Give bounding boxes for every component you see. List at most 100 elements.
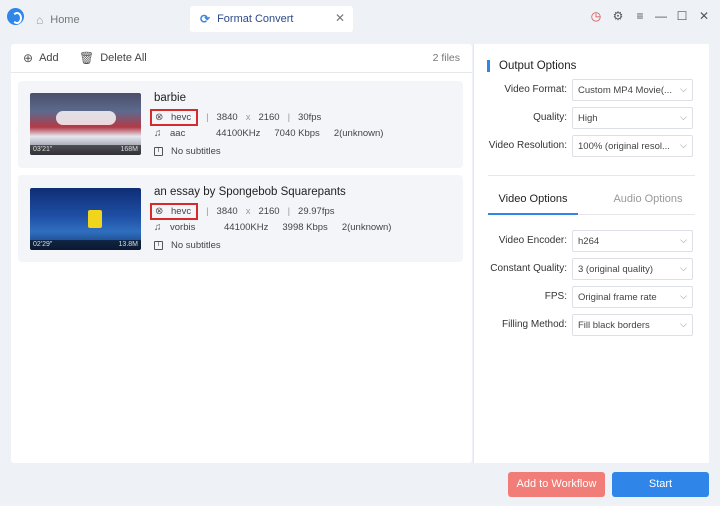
filling-method-value: Fill black borders [578, 320, 650, 331]
video-codec: hevc [171, 112, 192, 123]
video-width: 3840 [216, 112, 238, 123]
files-count: 2 files [432, 52, 460, 64]
separator: | [206, 112, 209, 123]
tab-format-convert-label: Format Convert [217, 13, 294, 25]
start-button[interactable]: Start [612, 472, 709, 497]
chevron-down-icon: ⌵ [680, 235, 687, 245]
output-options-title: Output Options [487, 60, 576, 72]
video-fps: 30fps [298, 112, 322, 123]
fps-select[interactable]: Original frame rate ⌵ [572, 286, 693, 308]
tab-home-label: Home [50, 13, 80, 26]
video-fps: 29.97fps [298, 206, 335, 217]
menu-icon[interactable]: ≡ [633, 9, 647, 23]
filling-method-row: Filling Method: Fill black borders ⌵ [474, 314, 710, 336]
filling-method-label: Filling Method: [501, 319, 567, 330]
close-icon[interactable]: ✕ [697, 9, 711, 23]
audio-meta-row: ♫ aac 44100KHz 7040 Kbps 2(unknown) [154, 128, 383, 139]
tab-audio-options[interactable]: Audio Options [598, 193, 698, 205]
plus-circle-icon: ⊕ [23, 51, 34, 65]
audio-sample-rate: 44100KHz [216, 128, 261, 139]
resolution-value: 100% (original resol... [578, 141, 670, 152]
music-note-icon: ♫ [154, 128, 162, 139]
video-encoder-select[interactable]: h264 ⌵ [572, 230, 693, 252]
resolution-select[interactable]: 100% (original resol... ⌵ [572, 135, 693, 157]
video-encoder-label: Video Encoder: [498, 235, 567, 246]
quality-value: High [578, 113, 598, 124]
fps-label: FPS: [544, 291, 567, 302]
audio-bitrate: 3998 Kbps [282, 222, 328, 233]
codec-highlight-box: ⊗ hevc [150, 203, 199, 220]
delete-all-button[interactable]: 🗑 Delete All [79, 51, 147, 65]
options-panel: Output Options Video Format: Custom MP4 … [473, 44, 709, 463]
add-button-label: Add [39, 52, 59, 64]
subtitle-row[interactable]: T No subtitles [154, 146, 221, 157]
chevron-down-icon: ⌵ [680, 319, 687, 329]
audio-codec: aac [170, 128, 186, 139]
video-format-select[interactable]: Custom MP4 Movie(... ⌵ [572, 79, 693, 101]
video-thumbnail[interactable]: 02'29" 13.8M [30, 188, 141, 250]
tab-video-options[interactable]: Video Options [488, 193, 578, 205]
thumbnail-art [56, 111, 116, 125]
subtitle-icon: T [154, 147, 163, 156]
thumbnail-info-bar: 02'29" 13.8M [30, 240, 141, 250]
video-encoder-value: h264 [578, 236, 600, 247]
gear-icon[interactable]: ⚙ [611, 9, 625, 23]
add-to-workflow-button[interactable]: Add to Workflow [508, 472, 605, 497]
timer-icon[interactable]: ◷ [589, 9, 603, 23]
video-format-label: Video Format: [504, 84, 567, 95]
video-width: 3840 [216, 206, 238, 217]
constant-quality-label: Constant Quality: [490, 263, 567, 274]
fps-row: FPS: Original frame rate ⌵ [474, 286, 710, 308]
file-item[interactable]: 02'29" 13.8M an essay by Spongebob Squar… [18, 175, 463, 262]
constant-quality-select[interactable]: 3 (original quality) ⌵ [572, 258, 693, 280]
subtitle-row[interactable]: T No subtitles [154, 240, 221, 251]
chevron-down-icon: ⌵ [680, 112, 687, 122]
video-encoder-row: Video Encoder: h264 ⌵ [474, 230, 710, 252]
file-list-panel: ⊕ Add 🗑 Delete All 2 files 03'21" 168M b… [11, 44, 472, 463]
divider [488, 175, 695, 176]
tab-close-icon[interactable]: ✕ [335, 11, 345, 25]
chevron-down-icon: ⌵ [680, 263, 687, 273]
video-meta-row: ⊗ hevc | 3840 x 2160 | 29.97fps [150, 203, 335, 220]
maximize-icon[interactable]: ☐ [675, 9, 689, 23]
file-size: 13.8M [118, 241, 138, 248]
thumbnail-info-bar: 03'21" 168M [30, 145, 141, 155]
audio-channels: 2(unknown) [333, 128, 384, 139]
video-codec-icon: ⊗ [155, 112, 164, 123]
subtitle-icon: T [154, 241, 163, 250]
dimension-x: x [245, 206, 251, 217]
app-logo-icon [7, 8, 24, 25]
duration: 03'21" [33, 146, 53, 153]
separator: | [206, 206, 209, 217]
trash-icon: 🗑 [79, 51, 95, 65]
video-height: 2160 [258, 206, 280, 217]
separator: | [287, 112, 291, 123]
video-thumbnail[interactable]: 03'21" 168M [30, 93, 141, 155]
file-title: an essay by Spongebob Squarepants [154, 186, 346, 198]
audio-sample-rate: 44100KHz [224, 222, 269, 233]
video-codec: hevc [171, 206, 192, 217]
subtitles-value: No subtitles [171, 146, 221, 157]
file-toolbar: ⊕ Add 🗑 Delete All 2 files [11, 44, 472, 73]
file-item[interactable]: 03'21" 168M barbie ⊗ hevc | 3840 x 2160 … [18, 81, 463, 168]
audio-channels: 2(unknown) [341, 222, 392, 233]
thumbnail-art [88, 210, 102, 228]
constant-quality-row: Constant Quality: 3 (original quality) ⌵ [474, 258, 710, 280]
video-meta-row: ⊗ hevc | 3840 x 2160 | 30fps [150, 109, 322, 126]
resolution-row: Video Resolution: 100% (original resol..… [474, 135, 710, 157]
file-size: 168M [120, 146, 138, 153]
active-tab-indicator [488, 213, 578, 215]
music-note-icon: ♫ [154, 222, 162, 233]
tab-format-convert[interactable]: ⟳ Format Convert ✕ [190, 6, 353, 32]
filling-method-select[interactable]: Fill black borders ⌵ [572, 314, 693, 336]
chevron-down-icon: ⌵ [680, 291, 687, 301]
quality-select[interactable]: High ⌵ [572, 107, 693, 129]
tab-home[interactable]: ⌂ Home [36, 7, 80, 32]
add-button[interactable]: ⊕ Add [23, 51, 59, 65]
quality-row: Quality: High ⌵ [474, 107, 710, 129]
minimize-icon[interactable]: — [654, 9, 668, 23]
file-title: barbie [154, 92, 186, 104]
video-format-row: Video Format: Custom MP4 Movie(... ⌵ [474, 79, 710, 101]
chevron-down-icon: ⌵ [680, 140, 687, 150]
video-format-value: Custom MP4 Movie(... [578, 85, 672, 96]
